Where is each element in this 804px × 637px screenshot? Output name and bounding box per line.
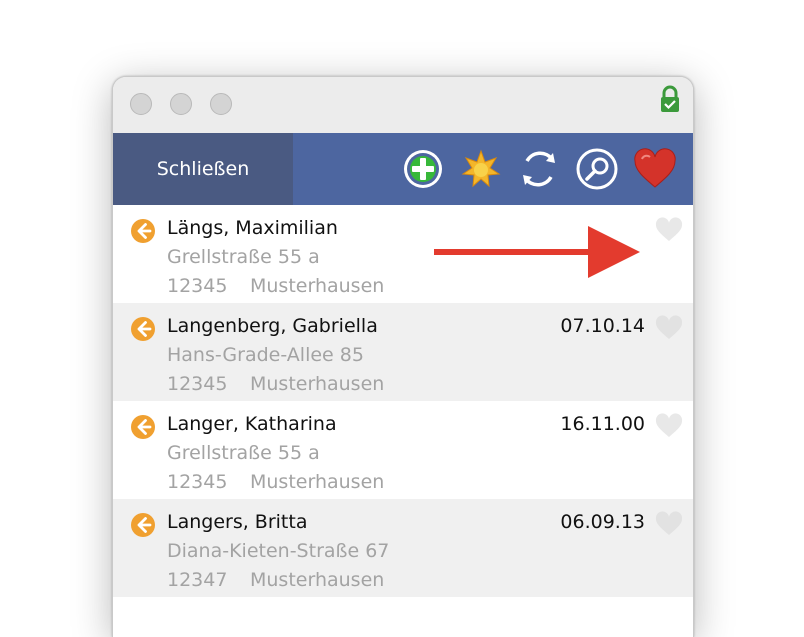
contact-zip: 12345 xyxy=(167,373,228,395)
favorite-heart-icon[interactable] xyxy=(655,217,683,242)
list-item[interactable]: Langenberg, Gabriella Hans-Grade-Allee 8… xyxy=(113,303,693,401)
contact-city: Musterhausen xyxy=(250,275,385,297)
favorite-heart-icon[interactable] xyxy=(655,413,683,438)
refresh-icon[interactable] xyxy=(517,147,561,191)
arrow-left-icon[interactable] xyxy=(130,512,156,538)
contact-name: Langers, Britta xyxy=(167,511,308,533)
contact-name: Längs, Maximilian xyxy=(167,217,338,239)
contact-city: Musterhausen xyxy=(250,569,385,591)
contact-date: 07.10.14 xyxy=(560,315,645,337)
contact-date: 16.11.00 xyxy=(560,413,645,435)
contact-city: Musterhausen xyxy=(250,373,385,395)
toolbar: Schließen xyxy=(113,133,693,205)
contact-zip: 12345 xyxy=(167,275,228,297)
contact-name: Langer, Katharina xyxy=(167,413,337,435)
favorite-heart-icon[interactable] xyxy=(655,511,683,536)
contact-zip: 12347 xyxy=(167,569,228,591)
window-minimize-control[interactable] xyxy=(170,93,192,115)
sun-icon[interactable] xyxy=(459,147,503,191)
contact-street: Diana-Kieten-Straße 67 xyxy=(167,540,390,562)
list-item[interactable]: Langer, Katharina Grellstraße 55 a 12345… xyxy=(113,401,693,499)
window-close-control[interactable] xyxy=(130,93,152,115)
arrow-left-icon[interactable] xyxy=(130,316,156,342)
search-icon[interactable] xyxy=(575,147,619,191)
list-item[interactable]: Langers, Britta Diana-Kieten-Straße 67 1… xyxy=(113,499,693,597)
contact-street: Grellstraße 55 a xyxy=(167,442,320,464)
window-zoom-control[interactable] xyxy=(210,93,232,115)
arrow-left-icon[interactable] xyxy=(130,218,156,244)
title-bar xyxy=(113,77,693,133)
close-button[interactable]: Schließen xyxy=(113,133,293,205)
annotation-arrow xyxy=(434,226,640,278)
lock-icon xyxy=(661,85,679,112)
contact-date: 06.09.13 xyxy=(560,511,645,533)
contact-zip: 12345 xyxy=(167,471,228,493)
contact-name: Langenberg, Gabriella xyxy=(167,315,378,337)
contact-city: Musterhausen xyxy=(250,471,385,493)
contact-street: Hans-Grade-Allee 85 xyxy=(167,344,364,366)
favorite-heart-icon[interactable] xyxy=(655,315,683,340)
contact-street: Grellstraße 55 a xyxy=(167,246,320,268)
app-window: Schließen Längs, Maximilian Grellstraße … xyxy=(112,76,694,637)
heart-icon[interactable] xyxy=(633,147,677,191)
add-icon[interactable] xyxy=(401,147,445,191)
arrow-left-icon[interactable] xyxy=(130,414,156,440)
